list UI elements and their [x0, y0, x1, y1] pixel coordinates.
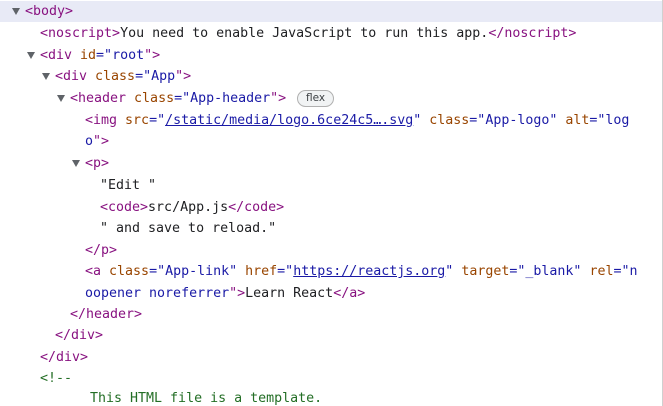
dom-node-comment[interactable]: <!-- — [0, 368, 662, 389]
code-text: src/App.js — [148, 200, 229, 215]
tag-end: "> — [229, 286, 246, 301]
tag-img-open: <img — [85, 113, 126, 128]
elements-panel: <body> <noscript>You need to enable Java… — [0, 0, 663, 406]
tag-header-open: <header — [70, 91, 135, 106]
attr-value: log — [605, 113, 630, 128]
attr-eq: =" — [96, 48, 113, 63]
noscript-text: You need to enable JavaScript to run thi… — [120, 26, 489, 41]
attr-name: class — [109, 264, 150, 279]
attr-end: " — [573, 264, 590, 279]
attr-value: o — [85, 134, 94, 149]
tag-body-open: <body> — [25, 4, 74, 19]
attr-eq: =" — [174, 91, 191, 106]
dom-node-p[interactable]: <p> — [0, 153, 662, 174]
tag-noscript-open: <noscript> — [40, 26, 121, 41]
text-node: " and save to reload." — [100, 221, 277, 236]
attr-eq: =" — [135, 69, 152, 84]
link-text: Learn React — [245, 286, 334, 301]
attr-eq: =" — [149, 113, 166, 128]
attr-value: App-link — [165, 264, 230, 279]
attr-name: id — [80, 48, 97, 63]
dom-node-a[interactable]: <a class="App-link" href="https://reactj… — [0, 261, 662, 282]
attr-end: " — [445, 264, 462, 279]
tag-end: "> — [144, 48, 161, 63]
flex-badge[interactable]: flex — [297, 90, 335, 107]
dom-node-div-root-close[interactable]: </div> — [0, 347, 662, 368]
tag-p-close: </p> — [85, 243, 118, 258]
expand-triangle-icon[interactable] — [12, 8, 20, 15]
dom-node-img-cont[interactable]: o"> — [0, 131, 662, 152]
dom-node-header[interactable]: <header class="App-header"> flex — [0, 88, 662, 109]
attr-name: alt — [565, 113, 590, 128]
expand-triangle-icon[interactable] — [57, 95, 65, 102]
expand-triangle-icon[interactable] — [42, 73, 50, 80]
attr-name: class — [95, 69, 136, 84]
attr-name: class — [134, 91, 175, 106]
attr-eq: =" — [589, 113, 606, 128]
tag-noscript-close: </noscript> — [488, 26, 577, 41]
dom-node-a-cont[interactable]: oopener noreferrer">Learn React</a> — [0, 283, 662, 304]
dom-node-body[interactable]: <body> — [0, 1, 662, 22]
attr-eq: =" — [277, 264, 294, 279]
tag-a-close: </a> — [333, 286, 366, 301]
tag-code-open: <code> — [100, 200, 149, 215]
dom-node-div-root[interactable]: <div id="root"> — [0, 45, 662, 66]
attr-eq: =" — [149, 264, 166, 279]
attr-name: src — [125, 113, 150, 128]
attr-end: " — [229, 264, 246, 279]
attr-eq: =" — [469, 113, 486, 128]
tag-end: "> — [175, 69, 192, 84]
tag-end: "> — [93, 134, 110, 149]
dom-node-p-close[interactable]: </p> — [0, 240, 662, 261]
dom-text-edit[interactable]: "Edit " — [0, 175, 662, 196]
attr-value: n — [629, 264, 638, 279]
text-node: "Edit " — [100, 178, 157, 193]
attr-name: href — [245, 264, 278, 279]
dom-node-div-app[interactable]: <div class="App"> — [0, 66, 662, 87]
tag-code-close: </code> — [228, 200, 285, 215]
dom-node-noscript[interactable]: <noscript>You need to enable JavaScript … — [0, 23, 662, 44]
tag-div-open: <div — [55, 69, 96, 84]
attr-value: App-logo — [485, 113, 550, 128]
tag-div-close: </div> — [55, 328, 104, 343]
dom-node-img[interactable]: <img src="/static/media/logo.6ce24c5….sv… — [0, 110, 662, 131]
expand-triangle-icon[interactable] — [72, 160, 80, 167]
attr-end: " — [549, 113, 566, 128]
attr-name: class — [429, 113, 470, 128]
attr-end: " — [413, 113, 430, 128]
attr-name: target — [461, 264, 510, 279]
attr-value: oopener noreferrer — [85, 286, 230, 301]
expand-triangle-icon[interactable] — [27, 52, 35, 59]
dom-node-code[interactable]: <code>src/App.js</code> — [0, 197, 662, 218]
tag-p-open: <p> — [85, 156, 110, 171]
img-src-link[interactable]: /static/media/logo.6ce24c5….svg — [165, 113, 413, 128]
comment-open: <!-- — [40, 371, 73, 386]
attr-value: _blank — [525, 264, 574, 279]
attr-eq: =" — [613, 264, 630, 279]
comment-text: This HTML file is a template. — [90, 391, 323, 406]
attr-value: root — [112, 48, 145, 63]
tag-div-open: <div — [40, 48, 81, 63]
href-link[interactable]: https://reactjs.org — [293, 264, 445, 279]
tag-header-close: </header> — [70, 307, 143, 322]
attr-value: App — [151, 69, 176, 84]
attr-value: App-header — [190, 91, 271, 106]
dom-comment-text[interactable]: This HTML file is a template. — [0, 388, 662, 406]
tag-a-open: <a — [85, 264, 110, 279]
dom-node-header-close[interactable]: </header> — [0, 304, 662, 325]
dom-node-div-app-close[interactable]: </div> — [0, 325, 662, 346]
attr-eq: =" — [509, 264, 526, 279]
dom-text-save[interactable]: " and save to reload." — [0, 218, 662, 239]
tag-end: "> — [270, 91, 287, 106]
tag-div-close: </div> — [40, 350, 89, 365]
attr-name: rel — [589, 264, 614, 279]
